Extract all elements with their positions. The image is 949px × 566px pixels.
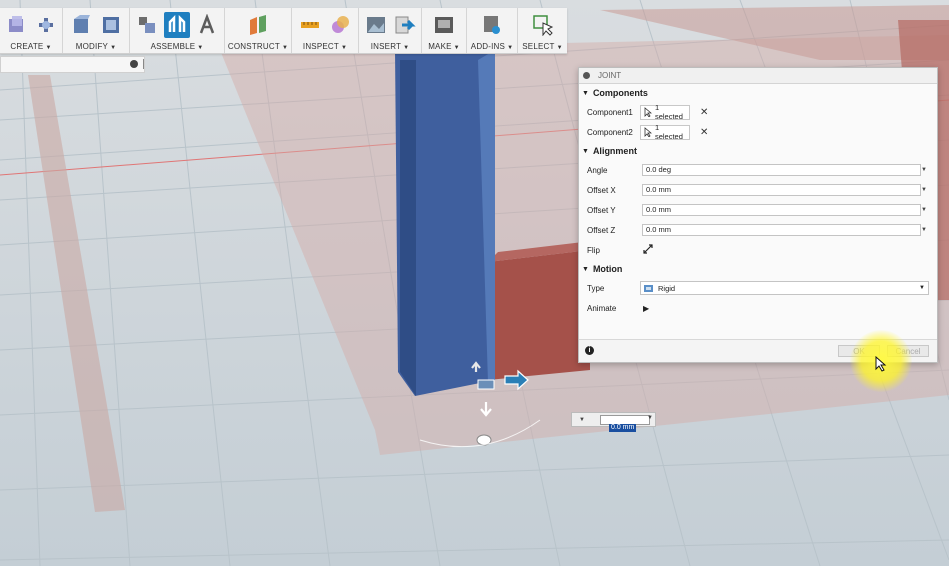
animate-label: Animate: [587, 303, 617, 313]
offset-z-input[interactable]: 0.0 mm: [642, 224, 921, 236]
offset-y-dropdown-icon[interactable]: ▼: [921, 207, 927, 213]
dialog-collapse-icon[interactable]: [583, 72, 590, 79]
collapse-triangle-icon: ▼: [582, 265, 589, 273]
angle-label: Angle: [587, 165, 608, 175]
measure-icon[interactable]: [297, 12, 323, 38]
browser-resize-handle[interactable]: [143, 59, 144, 69]
distance-dropdown-left-icon[interactable]: ▼: [572, 417, 592, 423]
motion-section-header[interactable]: ▼ Motion: [579, 260, 937, 278]
motion-type-select[interactable]: Rigid ▼: [640, 281, 929, 295]
flip-icon[interactable]: [643, 244, 653, 256]
distance-input[interactable]: 0.0 mm: [600, 415, 650, 432]
assemble-label: ASSEMBLE: [150, 42, 196, 51]
component2-value: 1 selected: [654, 123, 683, 141]
offset-x-dropdown-icon[interactable]: ▼: [921, 187, 927, 193]
create-group[interactable]: CREATE ▼: [0, 8, 63, 53]
scripts-icon[interactable]: [479, 12, 505, 38]
offset-y-input[interactable]: 0.0 mm: [642, 204, 921, 216]
components-heading: Components: [592, 88, 648, 98]
offset-z-dropdown-icon[interactable]: ▼: [921, 227, 927, 233]
distance-value: 0.0 mm: [609, 424, 637, 432]
offset-x-row: Offset X 0.0 mm ▼: [579, 180, 937, 200]
toolbar: CREATE ▼ MODIFY ▼ ASSEMBLE ▼ CONSTRUCT ▼ INS…: [0, 8, 567, 54]
as-built-joint-icon[interactable]: [194, 12, 220, 38]
rigid-joint-icon: [644, 284, 653, 292]
collapse-triangle-icon: ▼: [582, 147, 589, 155]
component1-label: Component1: [587, 107, 633, 117]
press-pull-icon[interactable]: [68, 12, 94, 38]
alignment-section-header[interactable]: ▼ Alignment: [579, 142, 937, 160]
inspect-group[interactable]: INSPECT ▼: [292, 8, 359, 53]
insert-canvas-icon[interactable]: [363, 12, 388, 38]
info-icon[interactable]: i: [585, 346, 594, 355]
angle-input[interactable]: 0.0 deg: [642, 164, 921, 176]
joint-icon[interactable]: [164, 12, 190, 38]
select-group[interactable]: SELECT ▼: [518, 8, 567, 53]
chevron-down-icon: ▼: [919, 285, 925, 291]
offset-z-row: Offset Z 0.0 mm ▼: [579, 220, 937, 240]
blue-post-side: [400, 60, 416, 396]
new-component-icon[interactable]: [134, 12, 160, 38]
make-group[interactable]: MAKE ▼: [422, 8, 467, 53]
browser-panel-strip[interactable]: [0, 56, 145, 73]
select-icon[interactable]: [530, 12, 556, 38]
component1-value: 1 selected: [654, 103, 683, 121]
make-label: MAKE: [428, 42, 452, 51]
red-beam-front: [488, 250, 590, 380]
motion-type-value: Rigid: [658, 283, 676, 293]
distance-input-box[interactable]: ▼ 0.0 mm ▼: [571, 412, 656, 432]
pointer-icon: [644, 127, 652, 137]
assemble-group[interactable]: ASSEMBLE ▼: [130, 8, 225, 53]
components-section-header[interactable]: ▼ Components: [579, 84, 937, 102]
distance-dropdown-right-icon[interactable]: ▼: [647, 415, 653, 421]
component2-label: Component2: [587, 127, 633, 137]
insert-label: INSERT: [370, 42, 402, 51]
offset-z-label: Offset Z: [587, 225, 616, 235]
offset-plane-icon[interactable]: [245, 12, 271, 38]
offset-y-label: Offset Y: [587, 205, 616, 215]
type-label: Type: [587, 283, 605, 293]
construct-label: CONSTRUCT: [227, 42, 280, 51]
create-label: CREATE: [10, 42, 44, 51]
construct-group[interactable]: CONSTRUCT ▼: [225, 8, 292, 53]
addins-group[interactable]: ADD-INS ▼: [467, 8, 518, 53]
collapse-triangle-icon: ▼: [582, 89, 589, 97]
flip-row: Flip: [579, 240, 937, 260]
component1-selector[interactable]: 1 selected: [640, 103, 690, 121]
motion-heading: Motion: [592, 264, 623, 274]
select-label: SELECT: [522, 42, 555, 51]
component2-selector[interactable]: 1 selected: [640, 123, 690, 141]
type-row: Type Rigid ▼: [579, 278, 937, 298]
angle-dropdown-icon[interactable]: ▼: [921, 167, 927, 173]
angle-row: Angle 0.0 deg ▼: [579, 160, 937, 180]
alignment-heading: Alignment: [592, 146, 637, 156]
insert-mesh-icon[interactable]: [392, 12, 417, 38]
create-form-icon[interactable]: [33, 12, 58, 38]
component1-clear-icon[interactable]: ✕: [700, 107, 708, 118]
browser-toggle-icon[interactable]: [130, 60, 138, 68]
component1-row: Component1 1 selected ✕: [579, 102, 937, 122]
dialog-title: JOINT: [598, 71, 622, 80]
play-icon[interactable]: ▶: [643, 304, 649, 313]
offset-x-input[interactable]: 0.0 mm: [642, 184, 921, 196]
dialog-titlebar[interactable]: JOINT: [579, 68, 937, 84]
offset-x-label: Offset X: [587, 185, 616, 195]
addins-label: ADD-INS: [470, 42, 506, 51]
component2-row: Component2 1 selected ✕: [579, 122, 937, 142]
animate-row: Animate ▶: [579, 298, 937, 318]
fillet-icon[interactable]: [98, 12, 124, 38]
mouse-cursor-icon: [875, 355, 887, 377]
insert-group[interactable]: INSERT ▼: [359, 8, 422, 53]
pointer-icon: [644, 107, 652, 117]
joint-dialog: JOINT ▼ Components Component1 1 selected…: [578, 67, 938, 363]
3d-print-icon[interactable]: [431, 12, 457, 38]
inspect-label: INSPECT: [302, 42, 339, 51]
modify-group[interactable]: MODIFY ▼: [63, 8, 130, 53]
component2-clear-icon[interactable]: ✕: [700, 127, 708, 138]
flip-label: Flip: [587, 245, 600, 255]
offset-y-row: Offset Y 0.0 mm ▼: [579, 200, 937, 220]
modify-label: MODIFY: [75, 42, 109, 51]
create-sketch-icon[interactable]: [4, 12, 29, 38]
interference-icon[interactable]: [327, 12, 353, 38]
